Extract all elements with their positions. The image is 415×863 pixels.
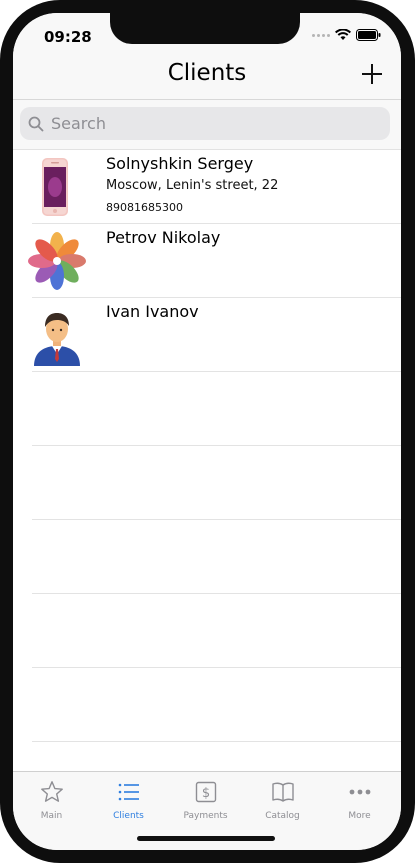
client-name: Solnyshkin Sergey <box>106 154 254 173</box>
more-icon <box>349 789 370 795</box>
empty-row <box>32 520 401 594</box>
notch <box>110 13 300 44</box>
empty-row <box>32 668 401 742</box>
client-name: Ivan Ivanov <box>106 302 199 321</box>
status-icons <box>312 29 381 41</box>
search-input[interactable] <box>49 113 373 134</box>
page-title: Clients <box>167 60 247 86</box>
empty-row <box>32 446 401 520</box>
clients-list: Solnyshkin Sergey Moscow, Lenin's street… <box>13 150 401 742</box>
home-indicator <box>137 836 275 841</box>
list-item[interactable]: Solnyshkin Sergey Moscow, Lenin's street… <box>32 150 401 224</box>
search-field[interactable] <box>20 107 390 140</box>
client-name: Petrov Nikolay <box>106 228 221 247</box>
navigation-bar: Clients <box>13 55 401 100</box>
status-time: 09:28 <box>44 28 92 46</box>
person-icon <box>34 313 80 366</box>
tab-clients[interactable]: Clients <box>90 780 167 821</box>
search-bar <box>13 100 401 150</box>
tab-label: Payments <box>183 811 228 821</box>
search-icon <box>28 116 44 131</box>
tab-label: Main <box>40 811 63 821</box>
battery-icon <box>356 29 381 41</box>
tab-label: Clients <box>113 811 144 821</box>
device-frame: 09:28 Clients Search Solnyshkin Sergey M… <box>0 0 415 863</box>
signal-icon <box>312 33 330 37</box>
list-item[interactable]: Petrov Nikolay <box>28 224 401 298</box>
empty-row <box>32 594 401 668</box>
tab-label: Catalog <box>265 811 300 821</box>
tab-label: More <box>348 811 371 821</box>
tab-payments[interactable]: $ Payments <box>167 780 244 821</box>
svg-text:$: $ <box>201 786 209 801</box>
flower-icon <box>28 232 86 290</box>
list-item[interactable]: Ivan Ivanov <box>32 298 401 372</box>
client-phone: 89081685300 <box>106 201 183 214</box>
tab-main[interactable]: Main <box>13 780 90 821</box>
book-icon <box>271 782 294 802</box>
screen: 09:28 Clients Search Solnyshkin Sergey M… <box>13 13 401 850</box>
star-icon <box>40 781 63 802</box>
empty-row <box>32 372 401 446</box>
client-address: Moscow, Lenin's street, 22 <box>106 178 279 193</box>
list-icon <box>118 783 139 801</box>
tab-more[interactable]: More <box>321 780 398 821</box>
dollar-icon: $ <box>195 781 216 803</box>
phone-icon <box>42 158 68 216</box>
add-client-button[interactable] <box>361 63 383 85</box>
wifi-icon <box>335 29 351 40</box>
tab-catalog[interactable]: Catalog <box>244 780 321 821</box>
